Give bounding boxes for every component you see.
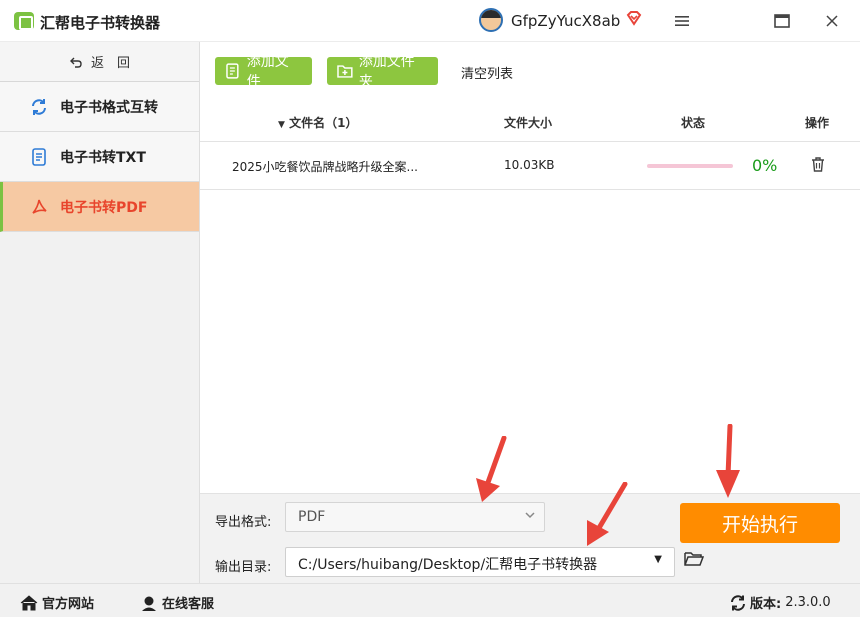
sidebar-item-to-pdf[interactable]: 电子书转PDF [0, 182, 199, 232]
add-file-label: 添加文件 [246, 54, 289, 90]
sidebar-item-label: 电子书转TXT [60, 149, 146, 166]
clear-list-button[interactable]: 清空列表 [461, 63, 513, 82]
sidebar-item-to-txt[interactable]: 电子书转TXT [0, 132, 199, 182]
start-button[interactable]: 开始执行 [680, 503, 840, 543]
title-bar: 汇帮电子书转换器 GfpZyYucX8ab [0, 0, 860, 42]
service-label: 在线客服 [162, 597, 215, 612]
table-row[interactable]: 2025小吃餐饮品牌战略升级全案... 10.03KB 0% [200, 142, 860, 190]
toolbar: 添加文件 添加文件夹 清空列表 [200, 42, 860, 102]
book-logo-icon [14, 12, 34, 30]
document-icon [30, 147, 48, 166]
avatar[interactable] [479, 8, 503, 32]
username[interactable]: GfpZyYucX8ab [511, 12, 620, 30]
column-size: 文件大小 [504, 116, 553, 130]
output-dir-select[interactable]: C:/Users/huibang/Desktop/汇帮电子书转换器 ▼ [285, 547, 675, 577]
add-folder-icon [337, 65, 353, 78]
refresh-icon [30, 98, 48, 116]
annotation-arrow [716, 424, 740, 498]
progress-bar [647, 164, 733, 168]
sort-down-icon: ▼ [278, 120, 285, 130]
version-info[interactable]: 版本: 2.3.0.0 [730, 593, 831, 612]
caret-down-icon: ▼ [654, 554, 662, 565]
sidebar-item-format-convert[interactable]: 电子书格式互转 [0, 82, 199, 132]
maximize-icon[interactable] [768, 8, 796, 34]
hamburger-icon[interactable] [668, 8, 696, 34]
format-select[interactable]: PDF [285, 502, 545, 532]
home-icon [20, 594, 38, 610]
column-action: 操作 [805, 116, 830, 130]
format-label: 导出格式: [215, 515, 272, 530]
outdir-label: 输出目录: [215, 560, 272, 575]
back-arrow-icon [69, 57, 82, 68]
column-name[interactable]: ▼ 文件名（1） [278, 114, 357, 131]
add-file-button[interactable]: 添加文件 [215, 54, 312, 90]
pdf-icon [30, 198, 48, 216]
sidebar-item-label: 电子书格式互转 [60, 99, 158, 116]
add-folder-label: 添加文件夹 [358, 54, 415, 90]
sidebar: 返 回 电子书格式互转 电子书转TXT 电子书转PDF [0, 42, 200, 583]
online-service-link[interactable]: 在线客服 [140, 593, 214, 612]
diamond-icon[interactable] [626, 10, 642, 26]
progress-percent: 0% [752, 156, 778, 175]
website-label: 官方网站 [42, 597, 95, 612]
column-status: 状态 [681, 116, 706, 130]
annotation-arrow [476, 436, 507, 502]
website-link[interactable]: 官方网站 [20, 593, 94, 612]
status-bar: 官方网站 在线客服 版本: 2.3.0.0 [0, 583, 860, 617]
trash-icon[interactable] [810, 156, 826, 173]
file-size: 10.03KB [504, 158, 555, 172]
annotation-arrow [587, 482, 628, 546]
close-icon[interactable] [818, 8, 846, 34]
table-header: ▼ 文件名（1） 文件大小 状态 操作 [200, 102, 860, 142]
back-label: 返 回 [90, 56, 130, 71]
add-folder-button[interactable]: 添加文件夹 [327, 54, 438, 90]
headset-icon [142, 596, 156, 611]
app-title: 汇帮电子书转换器 [40, 14, 161, 32]
format-value: PDF [298, 509, 326, 525]
file-list-empty-area [200, 190, 860, 493]
refresh-icon [731, 594, 745, 611]
version-label: 版本: [750, 597, 782, 612]
file-name: 2025小吃餐饮品牌战略升级全案... [232, 160, 418, 174]
output-dir-value: C:/Users/huibang/Desktop/汇帮电子书转换器 [298, 557, 598, 573]
output-settings-panel: 导出格式: PDF 输出目录: C:/Users/huibang/Desktop… [200, 493, 860, 583]
chevron-down-icon [524, 509, 536, 524]
back-button[interactable]: 返 回 [0, 42, 199, 82]
column-name-label: 文件名（1） [289, 116, 358, 130]
version-value: 2.3.0.0 [785, 595, 831, 610]
folder-open-icon[interactable] [684, 551, 704, 567]
sidebar-item-label: 电子书转PDF [60, 199, 148, 216]
add-file-icon [226, 63, 239, 79]
